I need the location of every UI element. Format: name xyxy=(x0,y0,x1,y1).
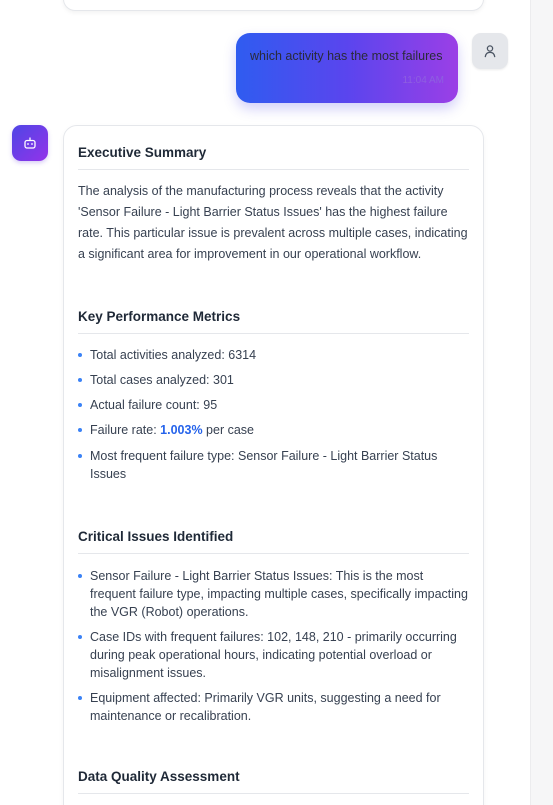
previous-message-card xyxy=(63,0,484,11)
chat-area: which activity has the most failures 11:… xyxy=(0,0,530,805)
key-metrics-title: Key Performance Metrics xyxy=(78,309,469,334)
assistant-response-card: Executive Summary The analysis of the ma… xyxy=(63,125,484,805)
critical-issues-list: Sensor Failure - Light Barrier Status Is… xyxy=(78,567,469,725)
bot-icon xyxy=(24,137,36,149)
data-quality-title: Data Quality Assessment xyxy=(78,769,469,794)
key-metrics-list: Total activities analyzed: 6314 Total ca… xyxy=(78,346,469,483)
user-message-bubble: which activity has the most failures 11:… xyxy=(236,33,458,103)
list-item-failure-rate: Failure rate: 1.003% per case xyxy=(78,421,469,439)
user-message-time: 11:04 AM xyxy=(402,75,444,86)
failure-rate-value: 1.003% xyxy=(160,423,203,437)
list-item: Equipment affected: Primarily VGR units,… xyxy=(78,689,469,725)
list-item: Total cases analyzed: 301 xyxy=(78,371,469,389)
list-item: Total activities analyzed: 6314 xyxy=(78,346,469,364)
failure-rate-prefix: Failure rate: xyxy=(90,423,161,437)
list-item: Actual failure count: 95 xyxy=(78,396,469,414)
scrollbar-track[interactable] xyxy=(530,0,553,805)
bot-avatar xyxy=(12,125,48,161)
executive-summary-body: The analysis of the manufacturing proces… xyxy=(78,184,468,261)
executive-summary-title: Executive Summary xyxy=(78,145,469,170)
critical-issues-title: Critical Issues Identified xyxy=(78,529,469,554)
list-item: Most frequent failure type: Sensor Failu… xyxy=(78,447,469,483)
user-message-text: which activity has the most failures xyxy=(250,49,443,63)
list-item: Case IDs with frequent failures: 102, 14… xyxy=(78,628,469,682)
failure-rate-suffix: per case xyxy=(202,423,254,437)
user-avatar xyxy=(472,33,508,69)
user-icon xyxy=(484,45,496,58)
list-item: Sensor Failure - Light Barrier Status Is… xyxy=(78,567,469,621)
